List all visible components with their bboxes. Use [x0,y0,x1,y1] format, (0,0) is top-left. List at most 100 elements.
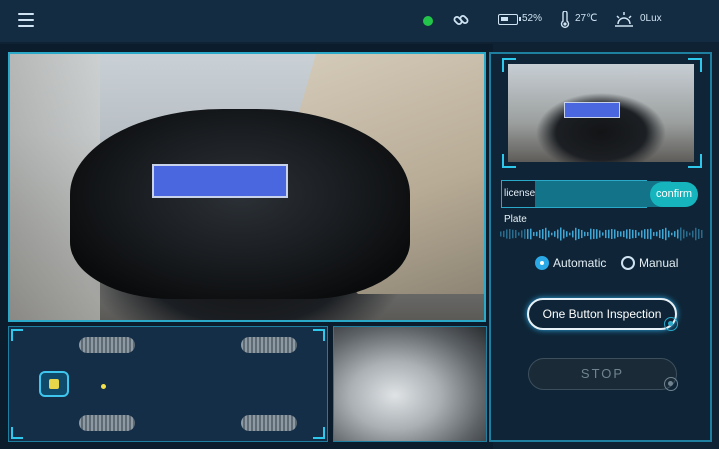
wave-bar [602,232,604,236]
wave-bar [686,231,688,237]
wave-bar [503,230,505,238]
wave-bar [569,232,571,236]
wave-bar [674,231,676,237]
wave-bar [650,228,652,240]
automatic-radio[interactable] [535,256,549,270]
wave-bar [647,229,649,239]
wave-bar [539,229,541,239]
wave-bar [659,229,661,239]
stop-button[interactable]: STOP [528,358,677,390]
wave-bar [620,231,622,237]
wave-bar [605,229,607,239]
wave-bar [560,227,562,241]
camera-thumbnail[interactable] [502,58,702,168]
license-plate-region [564,102,620,118]
wave-bar [554,231,556,237]
wave-bar [695,227,697,241]
confirm-button[interactable]: confirm [650,182,698,207]
wave-bar [590,228,592,240]
wave-bar [566,231,568,237]
automatic-label: Automatic [553,256,607,270]
wave-bar [683,229,685,239]
manual-label: Manual [639,256,679,270]
wheel-front-right [241,337,297,353]
one-button-inspection-button[interactable]: One Button Inspection [527,298,677,330]
wave-bar [578,229,580,239]
wave-bar [500,231,502,237]
wheel-rear-left [79,415,135,431]
top-bar: 52% 27℃ 0Lux [0,0,719,42]
temperature-value: 27℃ [575,13,598,24]
battery-value: 52% [522,13,543,24]
light-value: 0Lux [640,13,662,24]
wave-bar [527,229,529,239]
license-plate-region [152,164,288,198]
wave-bar [548,230,550,238]
sun-icon [615,12,633,27]
wave-bar [524,229,526,239]
wave-bar [515,229,517,239]
wave-bar [572,230,574,238]
wave-bar [536,231,538,237]
wave-bar [644,229,646,239]
vehicle-map-panel [8,326,328,442]
mode-manual-option[interactable]: Manual [621,256,678,270]
wave-bar [593,229,595,239]
wave-bar [629,229,631,239]
wave-bar [677,229,679,239]
wave-bar [557,229,559,239]
wave-bar [587,232,589,236]
wave-bar [584,231,586,237]
license-plate-field: license Plate [501,180,672,225]
wave-bar [551,232,553,236]
wave-bar [662,229,664,239]
wave-bar [632,229,634,239]
target-icon [664,317,678,331]
wave-bar [563,229,565,239]
wave-bar [509,229,511,239]
wave-bar [701,229,703,239]
wave-bar [698,229,700,239]
link-icon[interactable] [452,11,470,29]
wave-bar [635,230,637,238]
wave-bar [521,230,523,238]
wave-bar [506,229,508,239]
robot-icon [39,371,69,397]
thermometer-icon [560,11,570,29]
battery-icon [498,14,521,25]
menu-icon[interactable] [18,13,34,27]
wave-bar [530,228,532,240]
wave-bar [665,227,667,241]
wave-bar [575,227,577,241]
wave-bar [680,227,682,241]
wheel-front-left [79,337,135,353]
wave-bar [641,230,643,238]
wave-bar [518,232,520,236]
mode-automatic-option[interactable]: Automatic [535,256,606,270]
wave-bar [626,229,628,239]
audio-wave-indicator [500,227,703,241]
target-icon [664,377,678,391]
wave-bar [581,229,583,239]
wave-bar [692,230,694,238]
license-plate-label: license Plate [502,181,536,225]
front-camera-view [8,52,486,322]
wave-bar [599,230,601,238]
manual-radio[interactable] [621,256,635,270]
wave-bar [668,230,670,238]
undercarriage-camera-view [333,326,487,442]
position-marker [101,384,106,389]
wave-bar [611,229,613,239]
wave-bar [617,230,619,238]
wave-bar [533,232,535,236]
connection-status-icon [423,16,433,26]
wave-bar [545,227,547,241]
wave-bar [656,231,658,237]
wave-bar [596,229,598,239]
wave-bar [671,232,673,236]
wave-bar [512,229,514,239]
wave-bar [653,232,655,236]
wave-bar [614,229,616,239]
wave-bar [689,232,691,236]
wave-bar [638,232,640,236]
